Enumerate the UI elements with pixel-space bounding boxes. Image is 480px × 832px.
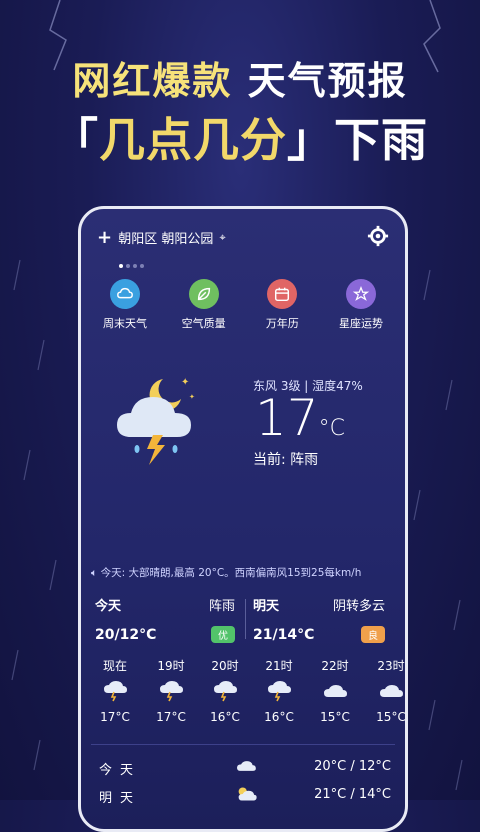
headline-suffix-text: 下雨 [334,113,428,167]
quick-label: 星座运势 [338,317,383,330]
cloud-sun-icon [238,787,257,801]
bracket-close: 」 [287,113,334,167]
hourly-forecast[interactable]: 现在 17°C 19时 17°C 20时 16°C 21时 16°C 22时 1… [95,657,405,747]
quick-horoscope[interactable]: 星座运势 [325,279,397,331]
hour-time: 22时 [321,659,349,673]
svg-text:✦: ✦ [181,377,189,388]
hour-time: 现在 [102,659,127,673]
headline-line2: 「几点几分」下雨 [0,104,480,170]
today-summary[interactable]: 今天 阵雨 20/12°C 优 [95,595,235,643]
location-pin-icon: ⌖ [219,230,226,244]
day-condition: 阵雨 [208,599,235,614]
cloud-icon [324,685,347,697]
quick-weekend-weather[interactable]: 周末天气 [89,279,161,331]
star-icon [345,279,376,309]
quick-label: 周末天气 [103,317,147,330]
weather-notice: 🔈︎ 今天: 大部晴朗,最高 20°C。西南偏南风15到25每km/h [91,565,361,580]
hour-item: 20时 16°C [205,657,245,724]
calendar-icon [267,279,298,309]
headline-line1: 网红爆款 天气预报 [0,50,480,105]
temperature-value: 17 [255,389,319,447]
day-condition: 阴转多云 [332,599,385,614]
headline-gold-text: 网红爆款 [72,59,233,103]
bracket-open: 「 [52,113,99,167]
leaf-icon [188,279,219,309]
hour-temp: 17°C [100,710,130,724]
temperature-unit: °C [318,416,345,441]
hour-item: 现在 17°C [95,657,135,724]
rain-icon [104,681,127,702]
hour-item: 22时 15°C [315,657,355,724]
thunderstorm-moon-icon: ✦ ✦ [117,377,195,465]
headline-highlight-text: 几点几分 [99,113,287,167]
page-indicator [119,253,147,272]
quick-calendar[interactable]: 万年历 [246,279,318,331]
gear-icon[interactable] [367,225,389,247]
cloud-icon [237,761,256,771]
rain-icon [214,681,237,702]
day-temp: 21/14°C [253,626,315,643]
hour-temp: 15°C [320,710,350,724]
cloud-icon [380,685,403,697]
location-bar: + 朝阳区 朝阳公园 ⌖ [97,225,389,251]
headline-white-text: 天气预报 [247,59,408,103]
quick-actions: 周末天气 空气质量 万年历 星座运势 [89,279,397,331]
divider [245,599,246,639]
tomorrow-summary[interactable]: 明天 阴转多云 21/14°C 良 [253,595,385,643]
day-name: 明天 [253,599,280,614]
hour-item: 23时 15°C [371,657,405,724]
aqi-badge: 良 [361,626,385,643]
hour-temp: 16°C [210,710,240,724]
hour-time: 20时 [211,659,239,673]
hour-item: 21时 16°C [259,657,299,724]
forecast-range: 20°C / 12°C [314,759,391,774]
hour-temp: 17°C [156,710,186,724]
hour-time: 21时 [265,659,293,673]
current-condition: 当前: 阵雨 [253,452,319,468]
quick-label: 万年历 [265,317,299,330]
add-city-icon[interactable]: + [97,227,112,248]
svg-text:✦: ✦ [189,393,195,401]
hour-temp: 15°C [376,710,405,724]
hour-time: 19时 [157,659,185,673]
rain-icon [160,681,183,702]
two-day-summary: 今天 阵雨 20/12°C 优 明天 阴转多云 21/14°C 良 [95,595,395,659]
phone-screen: + 朝阳区 朝阳公园 ⌖ 周末天气 空气质量 万年历 星座运势 ✦ ✦ 东风 3… [78,206,408,832]
forecast-day: 明天 [99,791,142,806]
hour-time: 23时 [377,659,405,673]
divider [91,744,395,745]
day-temp: 20/12°C [95,626,157,643]
hour-item: 19时 17°C [151,657,191,724]
day-name: 今天 [95,599,122,614]
forecast-day: 今天 [99,763,142,778]
current-temperature: 17°C [255,389,345,447]
notice-text: 今天: 大部晴朗,最高 20°C。西南偏南风15到25每km/h [100,567,362,579]
rain-icon [268,681,291,702]
quick-air-quality[interactable]: 空气质量 [168,279,240,331]
aqi-badge: 优 [211,626,235,643]
speaker-icon: 🔈︎ [91,567,98,579]
location-label[interactable]: 朝阳区 朝阳公园 [118,232,213,247]
cloud-icon [110,279,140,309]
quick-label: 空气质量 [181,317,226,330]
hour-temp: 16°C [264,710,294,724]
